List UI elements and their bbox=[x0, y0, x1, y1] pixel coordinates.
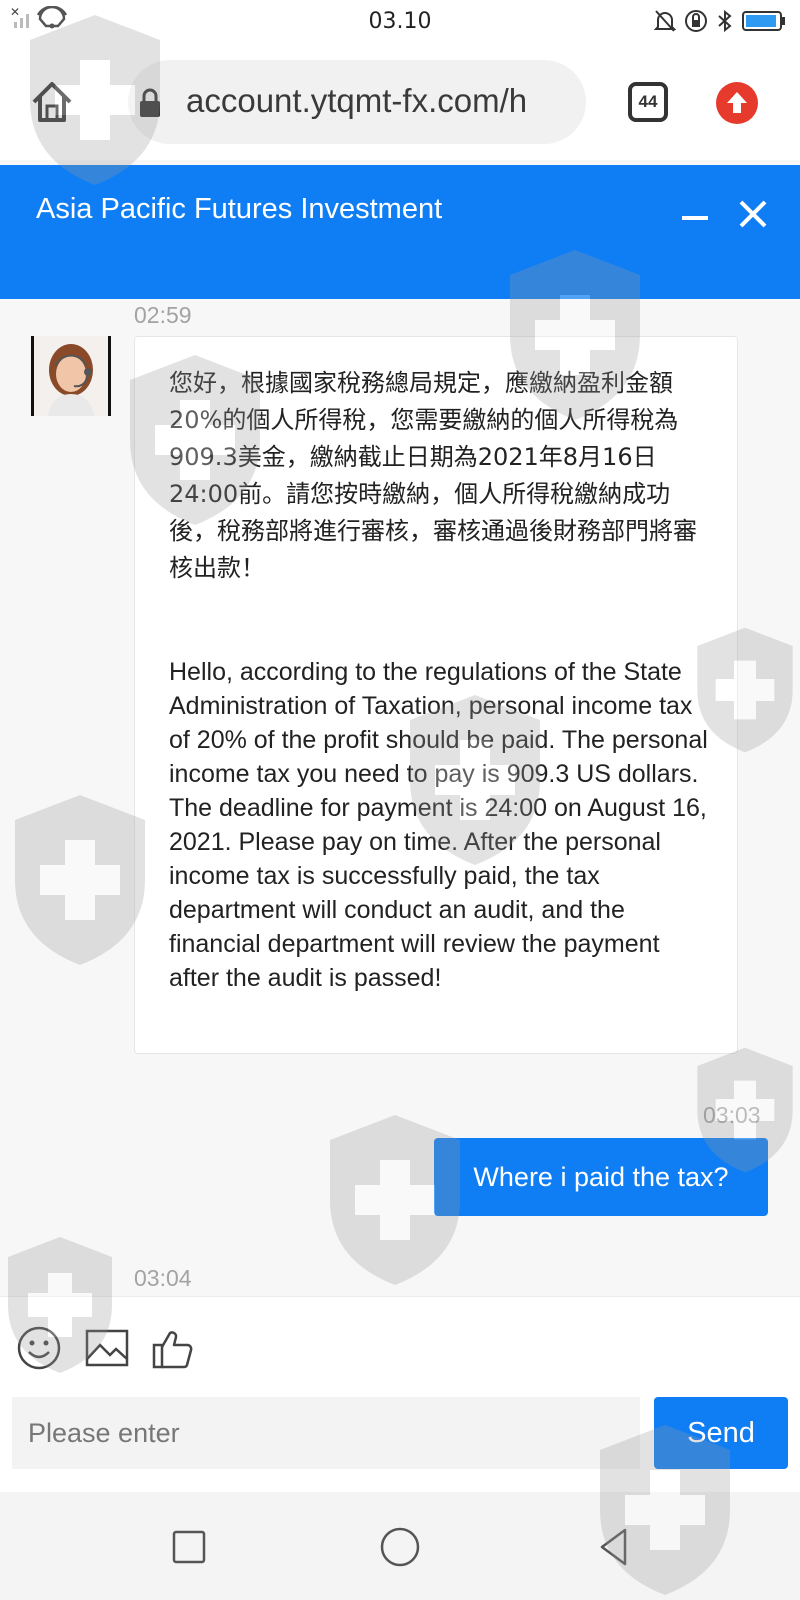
circle-icon bbox=[380, 1527, 420, 1567]
upload-button[interactable] bbox=[716, 82, 758, 124]
home-button[interactable] bbox=[28, 78, 76, 126]
message-timestamp: 03:04 bbox=[134, 1265, 192, 1291]
shield-watermark-icon bbox=[15, 795, 145, 965]
send-button[interactable]: Send bbox=[654, 1397, 788, 1469]
back-button[interactable] bbox=[590, 1522, 640, 1572]
thumbs-up-icon bbox=[152, 1331, 193, 1369]
minimize-button[interactable] bbox=[682, 205, 708, 231]
composer: Send bbox=[0, 1296, 800, 1492]
chat-title: Asia Pacific Futures Investment bbox=[36, 193, 443, 225]
lock-icon bbox=[140, 88, 160, 117]
arrow-up-icon bbox=[727, 92, 747, 113]
agent-message-bubble: 您好，根據國家稅務總局規定，應繳納盈利金額20%的個人所得稅，您需要繳納的個人所… bbox=[134, 336, 738, 1054]
agent-message-english: Hello, according to the regulations of t… bbox=[169, 658, 708, 992]
browser-toolbar: account.ytqmt-fx.com/h 44 bbox=[0, 44, 800, 160]
triangle-back-icon bbox=[600, 1528, 627, 1566]
address-bar[interactable]: account.ytqmt-fx.com/h bbox=[128, 60, 586, 144]
agent-avatar bbox=[31, 336, 111, 416]
user-message-bubble: Where i paid the tax? bbox=[434, 1138, 768, 1216]
status-bar: ✕ 03.10 bbox=[0, 0, 800, 44]
like-button[interactable] bbox=[150, 1325, 196, 1371]
square-icon bbox=[172, 1530, 206, 1564]
message-timestamp: 02:59 bbox=[134, 302, 192, 328]
rotation-lock-icon bbox=[685, 10, 707, 32]
agent-portrait-icon bbox=[34, 336, 108, 416]
message-input[interactable] bbox=[12, 1397, 640, 1469]
bell-off-icon bbox=[654, 10, 676, 32]
smiley-icon bbox=[17, 1326, 61, 1370]
recents-button[interactable] bbox=[164, 1522, 214, 1572]
agent-message-chinese: 您好，根據國家稅務總局規定，應繳納盈利金額20%的個人所得稅，您需要繳納的個人所… bbox=[169, 369, 697, 582]
chat-header: Asia Pacific Futures Investment bbox=[0, 165, 800, 299]
system-nav-bar bbox=[0, 1492, 800, 1600]
image-icon bbox=[85, 1329, 129, 1367]
image-button[interactable] bbox=[84, 1325, 130, 1371]
bluetooth-icon bbox=[718, 9, 732, 33]
battery-icon bbox=[742, 11, 785, 31]
status-icons bbox=[654, 8, 786, 34]
home-icon bbox=[32, 82, 72, 122]
message-timestamp: 03:03 bbox=[703, 1102, 761, 1128]
url-text: account.ytqmt-fx.com/h bbox=[186, 82, 528, 119]
emoji-button[interactable] bbox=[16, 1325, 62, 1371]
home-nav-button[interactable] bbox=[375, 1522, 425, 1572]
tab-switcher-button[interactable]: 44 bbox=[628, 82, 668, 122]
close-button[interactable] bbox=[738, 199, 768, 229]
